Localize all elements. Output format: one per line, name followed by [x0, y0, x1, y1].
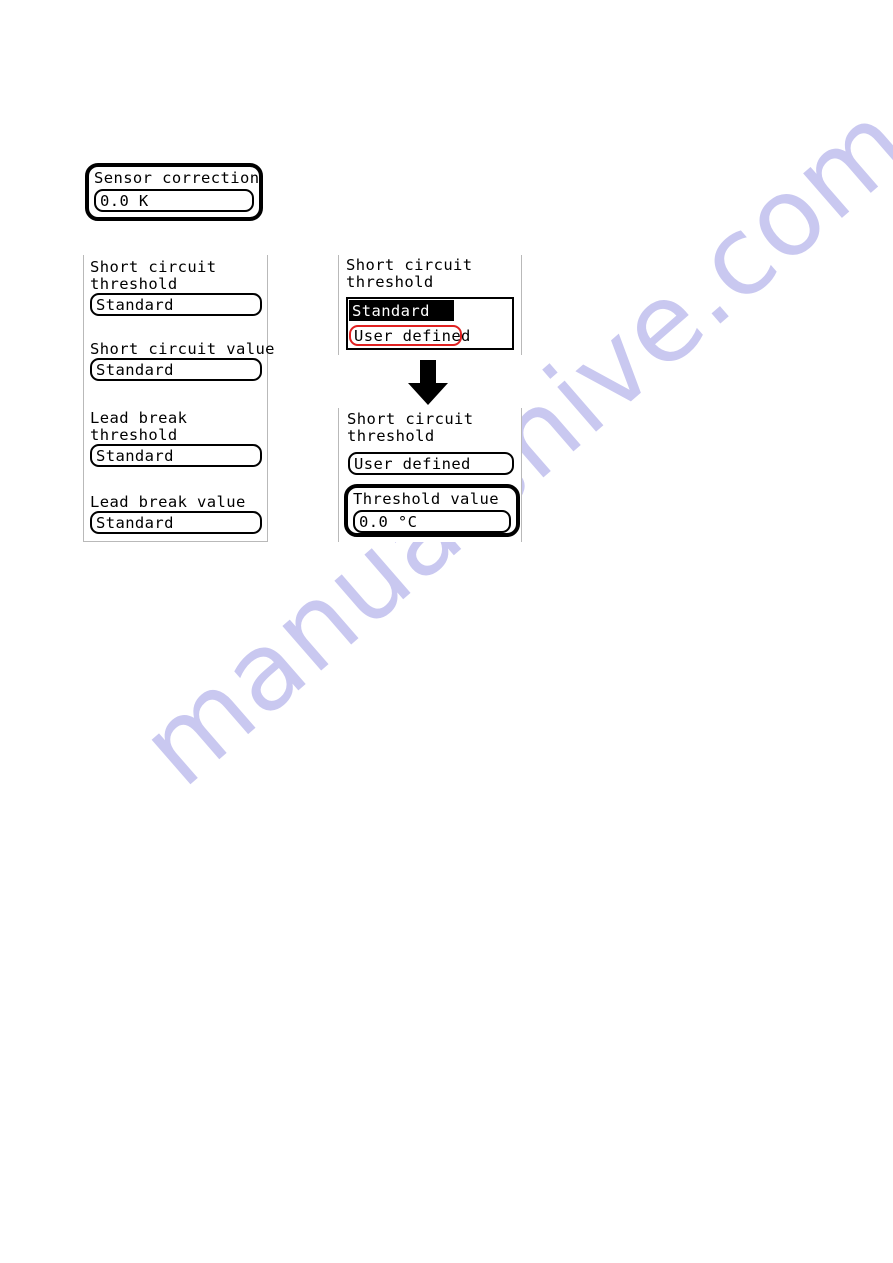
dropdown-option-user-defined[interactable]: User defined — [349, 325, 470, 346]
threshold-panel-label-wrap: Short circuit threshold — [347, 411, 474, 445]
lead-break-value-label: Lead break value — [90, 493, 246, 511]
short-circuit-threshold-label: Short circuit threshold — [90, 258, 217, 293]
list-item[interactable]: Lead break value Standard — [90, 494, 262, 534]
threshold-value-label: Threshold value — [353, 490, 499, 508]
arrow-down-icon — [405, 360, 451, 406]
dropdown-option-list[interactable]: Standard User defined — [346, 297, 514, 350]
list-item[interactable]: Short circuit threshold Standard — [90, 259, 262, 316]
short-circuit-threshold-dropdown-panel: Short circuit threshold Standard User de… — [338, 255, 522, 355]
threshold-value-field[interactable]: 0.0 °C — [353, 510, 511, 533]
lead-break-threshold-label: Lead break threshold — [90, 409, 188, 444]
threshold-value-group[interactable]: Threshold value 0.0 °C — [344, 484, 520, 537]
dropdown-label-wrap: Short circuit threshold — [346, 257, 473, 291]
sensor-correction-value-field[interactable]: 0.0 K — [94, 189, 254, 212]
short-circuit-value-field[interactable]: Standard — [90, 358, 262, 381]
threshold-value-panel: Short circuit threshold User defined Thr… — [338, 408, 522, 542]
lead-break-threshold-field[interactable]: Standard — [90, 444, 262, 467]
list-item[interactable]: Short circuit value Standard — [90, 340, 275, 381]
short-circuit-value-label: Short circuit value — [90, 340, 275, 358]
short-circuit-threshold-selected-field[interactable]: User defined — [348, 452, 514, 475]
lead-break-value-field[interactable]: Standard — [90, 511, 262, 534]
dropdown-option-standard[interactable]: Standard — [349, 300, 454, 321]
short-circuit-threshold-field[interactable]: Standard — [90, 293, 262, 316]
sensor-correction-group[interactable]: Sensor correction 0.0 K — [85, 163, 263, 221]
short-circuit-threshold-label: Short circuit threshold — [347, 410, 474, 445]
sensor-correction-label: Sensor correction — [94, 169, 260, 187]
sensor-settings-list-panel: Short circuit threshold Standard Short c… — [83, 255, 275, 542]
list-item[interactable]: Lead break threshold Standard — [90, 410, 262, 467]
sensor-correction-panel: Sensor correction 0.0 K — [85, 163, 263, 221]
short-circuit-threshold-label: Short circuit threshold — [346, 256, 473, 291]
